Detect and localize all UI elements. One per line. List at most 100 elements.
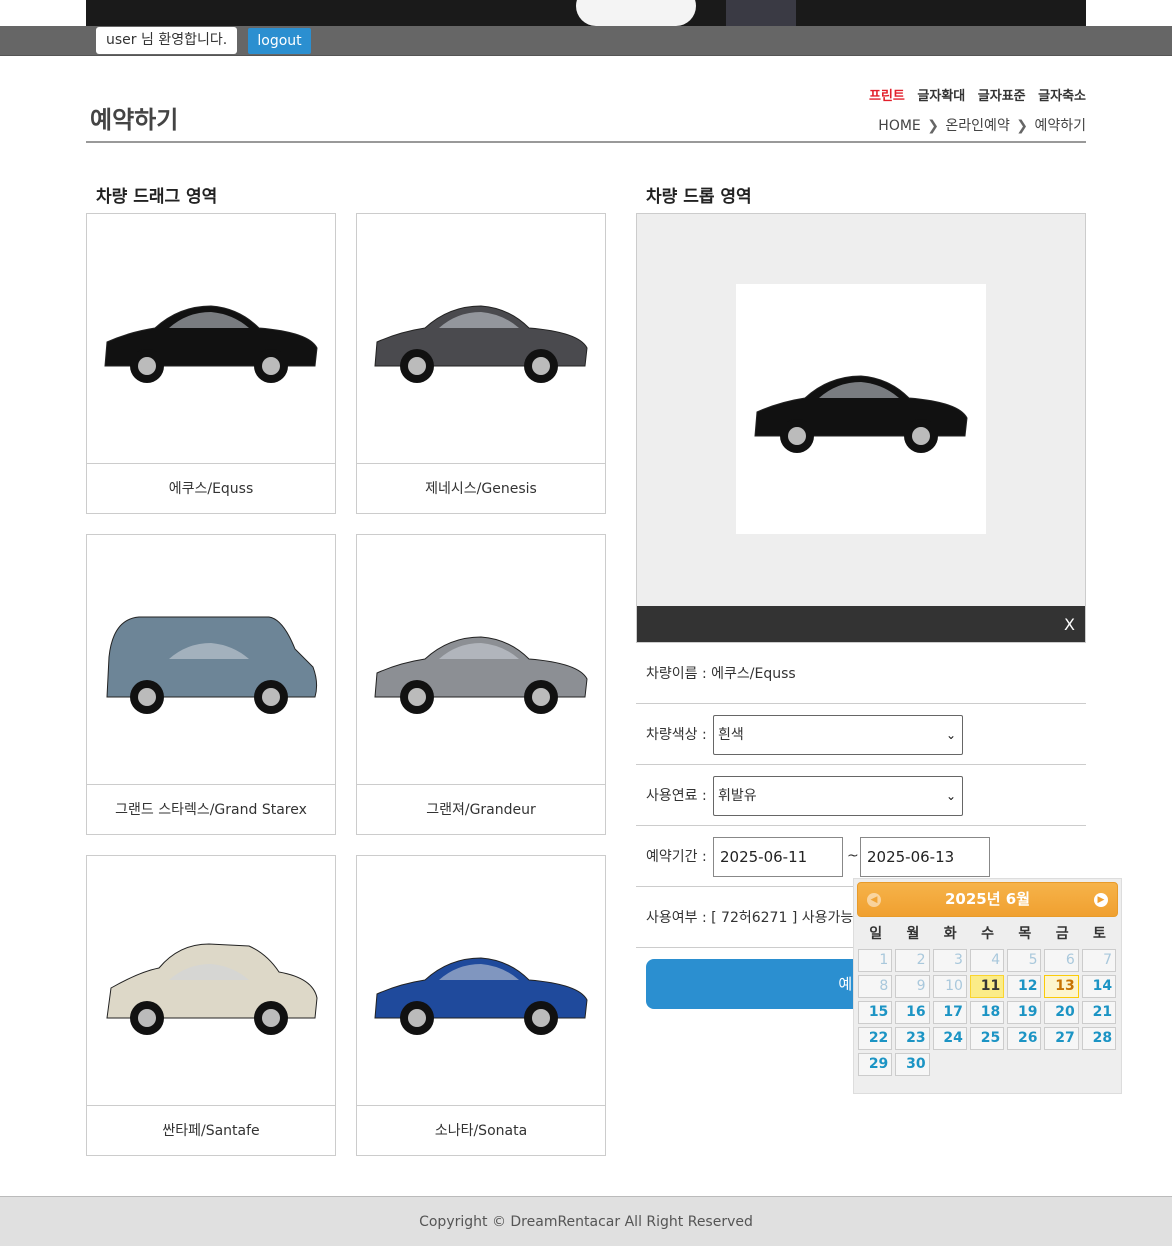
- car-drop-zone[interactable]: X: [636, 213, 1086, 643]
- user-bar: user 님 환영합니다. logout: [0, 26, 1172, 56]
- font-enlarge-link[interactable]: 글자확대: [917, 89, 965, 104]
- car-card-grandeur[interactable]: 그랜져/Grandeur: [356, 534, 606, 835]
- end-date-input[interactable]: 2025-06-13: [860, 837, 990, 877]
- car-image[interactable]: [87, 535, 335, 784]
- car-name: 제네시스/Genesis: [357, 463, 605, 513]
- breadcrumb-current: 예약하기: [1034, 118, 1086, 134]
- car-name: 그랜드 스타렉스/Grand Starex: [87, 784, 335, 834]
- calendar-day[interactable]: 20: [1044, 1001, 1079, 1024]
- car-card-sonata[interactable]: 소나타/Sonata: [356, 855, 606, 1156]
- breadcrumb-online-reservation[interactable]: 온라인예약: [945, 118, 1009, 134]
- car-color-row: 차량색상 : 흰색 ⌄: [636, 704, 1086, 765]
- car-image[interactable]: [87, 214, 335, 463]
- car-name: 그랜져/Grandeur: [357, 784, 605, 834]
- prev-month-icon[interactable]: ◀: [867, 893, 881, 907]
- calendar-day[interactable]: 21: [1081, 1001, 1117, 1024]
- calendar-day[interactable]: 18: [969, 1001, 1005, 1024]
- car-image[interactable]: [357, 535, 605, 784]
- weekday-label: 토: [1092, 926, 1106, 942]
- start-date-input[interactable]: 2025-06-11: [713, 837, 843, 877]
- weekday-label: 일: [869, 926, 883, 942]
- calendar-day[interactable]: 13: [1044, 975, 1079, 998]
- car-color-select[interactable]: 흰색 ⌄: [713, 715, 963, 755]
- banner-image: [576, 0, 696, 26]
- car-card-santafe[interactable]: 싼타페/Santafe: [86, 855, 336, 1156]
- weekday-label: 수: [981, 926, 994, 942]
- day-grid: 1 2 3 4 5 6 7 8 9 10 11 12 13 14 15 16 17 18 19 20 21 22 23 24 2…: [857, 949, 1118, 1076]
- calendar-day[interactable]: 29: [858, 1053, 893, 1076]
- next-month-icon[interactable]: ▶: [1094, 893, 1108, 907]
- drop-section-title: 차량 드롭 영역: [646, 187, 752, 207]
- banner-image-person: [726, 0, 796, 26]
- fuel-label: 사용연료 :: [646, 788, 707, 804]
- calendar-day[interactable]: 30: [895, 1053, 930, 1076]
- calendar-day: 7: [1081, 949, 1117, 972]
- datepicker: ◀ 2025년 6월 ▶ 일 월 화 수 목 금 토 1 2 3 4 5 6 7 8 9 10 11…: [853, 878, 1122, 1094]
- calendar-day: 9: [895, 975, 930, 998]
- calendar-day[interactable]: 23: [895, 1027, 930, 1050]
- car-card-genesis[interactable]: 제네시스/Genesis: [356, 213, 606, 514]
- page-title: 예약하기: [90, 106, 179, 134]
- calendar-day: 4: [969, 949, 1005, 972]
- fuel-row: 사용연료 : 휘발유 ⌄: [636, 765, 1086, 826]
- calendar-day[interactable]: 11: [969, 975, 1005, 998]
- calendar-day: 8: [858, 975, 893, 998]
- footer-copyright: Copyright © DreamRentacar All Right Rese…: [0, 1196, 1172, 1246]
- calendar-day[interactable]: 22: [858, 1027, 893, 1050]
- period-label: 예약기간 :: [646, 849, 707, 865]
- calendar-day[interactable]: 16: [895, 1001, 930, 1024]
- close-icon[interactable]: X: [1064, 615, 1075, 634]
- car-name: 싼타페/Santafe: [87, 1105, 335, 1155]
- datepicker-header: ◀ 2025년 6월 ▶: [857, 882, 1118, 917]
- chevron-right-icon: ❯: [1016, 118, 1029, 134]
- car-card-equus[interactable]: 에쿠스/Equss: [86, 213, 336, 514]
- car-card-grand-starex[interactable]: 그랜드 스타렉스/Grand Starex: [86, 534, 336, 835]
- calendar-day: 6: [1044, 949, 1079, 972]
- car-name-row: 차량이름 : 에쿠스/Equss: [636, 643, 1086, 704]
- font-shrink-link[interactable]: 글자축소: [1038, 89, 1086, 104]
- datepicker-title: 2025년 6월: [944, 890, 1030, 908]
- weekday-label: 목: [1018, 926, 1032, 942]
- car-color-label: 차량색상 :: [646, 727, 707, 743]
- calendar-day[interactable]: 24: [932, 1027, 967, 1050]
- logout-button[interactable]: logout: [248, 28, 311, 54]
- weekday-label: 금: [1055, 926, 1069, 942]
- breadcrumb-home[interactable]: HOME: [878, 118, 920, 134]
- car-image[interactable]: [357, 214, 605, 463]
- car-name: 에쿠스/Equss: [87, 463, 335, 513]
- calendar-day[interactable]: 19: [1007, 1001, 1042, 1024]
- fuel-value: 휘발유: [718, 788, 757, 804]
- chevron-down-icon: ⌄: [945, 728, 956, 742]
- car-color-value: 흰색: [718, 727, 744, 743]
- car-image[interactable]: [357, 856, 605, 1105]
- calendar-day[interactable]: 14: [1081, 975, 1117, 998]
- calendar-day: 5: [1007, 949, 1042, 972]
- calendar-day: 1: [858, 949, 893, 972]
- calendar-day[interactable]: 26: [1007, 1027, 1042, 1050]
- calendar-day[interactable]: 12: [1007, 975, 1042, 998]
- calendar-day[interactable]: 25: [969, 1027, 1005, 1050]
- weekday-header: 일 월 화 수 목 금 토: [857, 923, 1118, 943]
- print-link[interactable]: 프린트: [869, 89, 905, 104]
- fuel-select[interactable]: 휘발유 ⌄: [713, 776, 963, 816]
- car-image[interactable]: [87, 856, 335, 1105]
- breadcrumb: HOME ❯ 온라인예약 ❯ 예약하기: [878, 115, 1086, 135]
- weekday-label: 화: [943, 926, 957, 942]
- dropped-car-image: [736, 284, 986, 534]
- date-separator: ~: [847, 848, 859, 864]
- calendar-day[interactable]: 15: [858, 1001, 893, 1024]
- calendar-day[interactable]: 28: [1081, 1027, 1117, 1050]
- calendar-day: 3: [932, 949, 967, 972]
- drop-zone-bar: X: [637, 606, 1085, 642]
- welcome-message: user 님 환영합니다.: [96, 27, 238, 54]
- calendar-day[interactable]: 27: [1044, 1027, 1079, 1050]
- calendar-day: 10: [932, 975, 967, 998]
- chevron-right-icon: ❯: [927, 118, 939, 134]
- divider: [86, 141, 1086, 143]
- calendar-day[interactable]: 17: [932, 1001, 967, 1024]
- drag-section-title: 차량 드래그 영역: [96, 187, 218, 207]
- usage-status-text: 사용여부 : [ 72허6271 ] 사용가능: [646, 910, 854, 926]
- top-banner: [86, 0, 1086, 26]
- font-normal-link[interactable]: 글자표준: [978, 89, 1026, 104]
- weekday-label: 월: [906, 926, 920, 942]
